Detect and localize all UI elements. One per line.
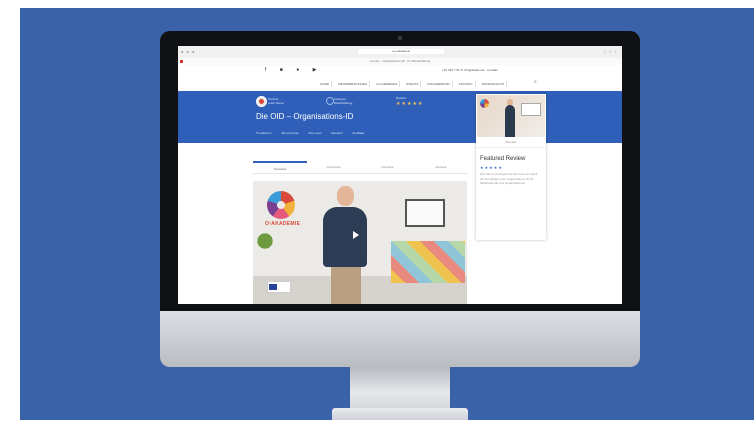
thumbnail-screen	[521, 103, 541, 116]
meta-lessons: 5 Lektionen	[256, 131, 272, 135]
presenter-legs	[331, 267, 361, 304]
main-navigation: HOME WEITERBILDUNGEN ALLGEMEINES EVENTS …	[178, 75, 622, 92]
desktop-monitor: ● ● ● o-n-akademie □ □ + Auf der · Organ…	[160, 31, 640, 367]
featured-review-text: Die OID und entsprechende Kurs vermittel…	[480, 172, 538, 185]
monitor-chin	[160, 311, 640, 367]
video-wall-screen	[405, 199, 445, 227]
notice-bar: Auf der · Organisations-ID · Ihr Weiterb…	[178, 58, 622, 65]
preview-label[interactable]: Preview	[476, 140, 546, 144]
meta-level: Alle Level	[308, 131, 322, 135]
category-value[interactable]: Weiterbildung	[334, 101, 352, 105]
featured-review-title: Featured Review	[480, 156, 526, 162]
category-info: Category Weiterbildung	[334, 97, 352, 105]
course-meta: 5 Lektionen 28 Lernende Alle Level Deuts…	[256, 131, 364, 135]
monitor-stand-foot	[332, 408, 468, 420]
nav-item-allgemeines[interactable]: ALLGEMEINES	[374, 81, 401, 87]
teacher-avatar	[256, 96, 267, 107]
nav-item-weiterbildungen[interactable]: WEITERBILDUNGEN	[336, 81, 371, 87]
teacher-name[interactable]: Autor Name	[268, 101, 284, 105]
course-title: Die OID – Organisations-ID	[256, 112, 354, 121]
nav-item-events[interactable]: EVENTS	[404, 81, 422, 87]
category-icon	[326, 97, 334, 105]
card-divider	[476, 147, 546, 148]
teacher-info: Teacher Autor Name	[268, 97, 284, 105]
alert-icon	[180, 60, 183, 63]
social-topbar: f ■ ● ▶ +49 345 7 91 ✉ info@akademie · K…	[178, 65, 622, 75]
tab-overview[interactable]: Overview	[253, 161, 307, 173]
window-controls[interactable]: ● ● ●	[181, 49, 195, 54]
course-tabs: Overview Curriculum Instructor Reviews	[253, 161, 468, 174]
course-sidebar-card: Preview Featured Review ★★★★★ Die OID un…	[476, 94, 546, 240]
meta-certificate: Zertifikat	[352, 131, 364, 135]
nav-item-kontakt[interactable]: KONTAKT	[457, 81, 476, 87]
video-plant	[253, 229, 277, 249]
course-video-player[interactable]: O²AKADEMIE	[253, 181, 467, 304]
brand-logo-icon	[480, 99, 489, 108]
social-icons[interactable]: f ■ ● ▶	[265, 67, 322, 73]
nav-item-finanzierung[interactable]: FINANZIERUNG	[425, 81, 453, 87]
preview-thumbnail[interactable]	[477, 95, 545, 137]
background-stage: ● ● ● o-n-akademie □ □ + Auf der · Organ…	[20, 8, 754, 420]
notice-text: Auf der · Organisations-ID · Ihr Weiterb…	[369, 59, 431, 63]
tab-curriculum[interactable]: Curriculum	[307, 161, 361, 173]
search-icon[interactable]: ⌕	[534, 79, 537, 85]
presenter-head	[337, 186, 354, 206]
brand-logo-icon	[267, 191, 295, 219]
presenter-body	[323, 207, 367, 267]
review-label: Review	[396, 96, 406, 100]
thumbnail-person	[505, 105, 515, 137]
rating-stars: ★★★★★	[396, 101, 424, 107]
contact-info[interactable]: +49 345 7 91 ✉ info@akademie · Kontakt	[442, 68, 498, 72]
address-bar[interactable]: o-n-akademie	[358, 49, 444, 54]
video-brand-text: O²AKADEMIE	[265, 221, 301, 227]
course-header: Teacher Autor Name Category Weiterbildun…	[178, 91, 622, 143]
play-icon[interactable]	[353, 231, 359, 239]
video-desk	[391, 241, 465, 283]
camera-icon	[398, 36, 402, 40]
meta-students: 28 Lernende	[281, 131, 299, 135]
monitor-screen: ● ● ● o-n-akademie □ □ + Auf der · Organ…	[178, 46, 622, 304]
tab-reviews[interactable]: Reviews	[414, 161, 468, 173]
nav-item-home[interactable]: HOME	[318, 81, 332, 87]
tab-instructor[interactable]: Instructor	[361, 161, 415, 173]
featured-review-stars: ★★★★★	[480, 165, 503, 170]
nav-item-datenschutz[interactable]: DATENSCHUTZ	[480, 81, 507, 87]
monitor-bezel: ● ● ● o-n-akademie □ □ + Auf der · Organ…	[160, 31, 640, 311]
eu-flag-icon	[267, 281, 291, 293]
browser-actions[interactable]: □ □ +	[604, 49, 618, 54]
meta-language: Deutsch	[331, 131, 343, 135]
